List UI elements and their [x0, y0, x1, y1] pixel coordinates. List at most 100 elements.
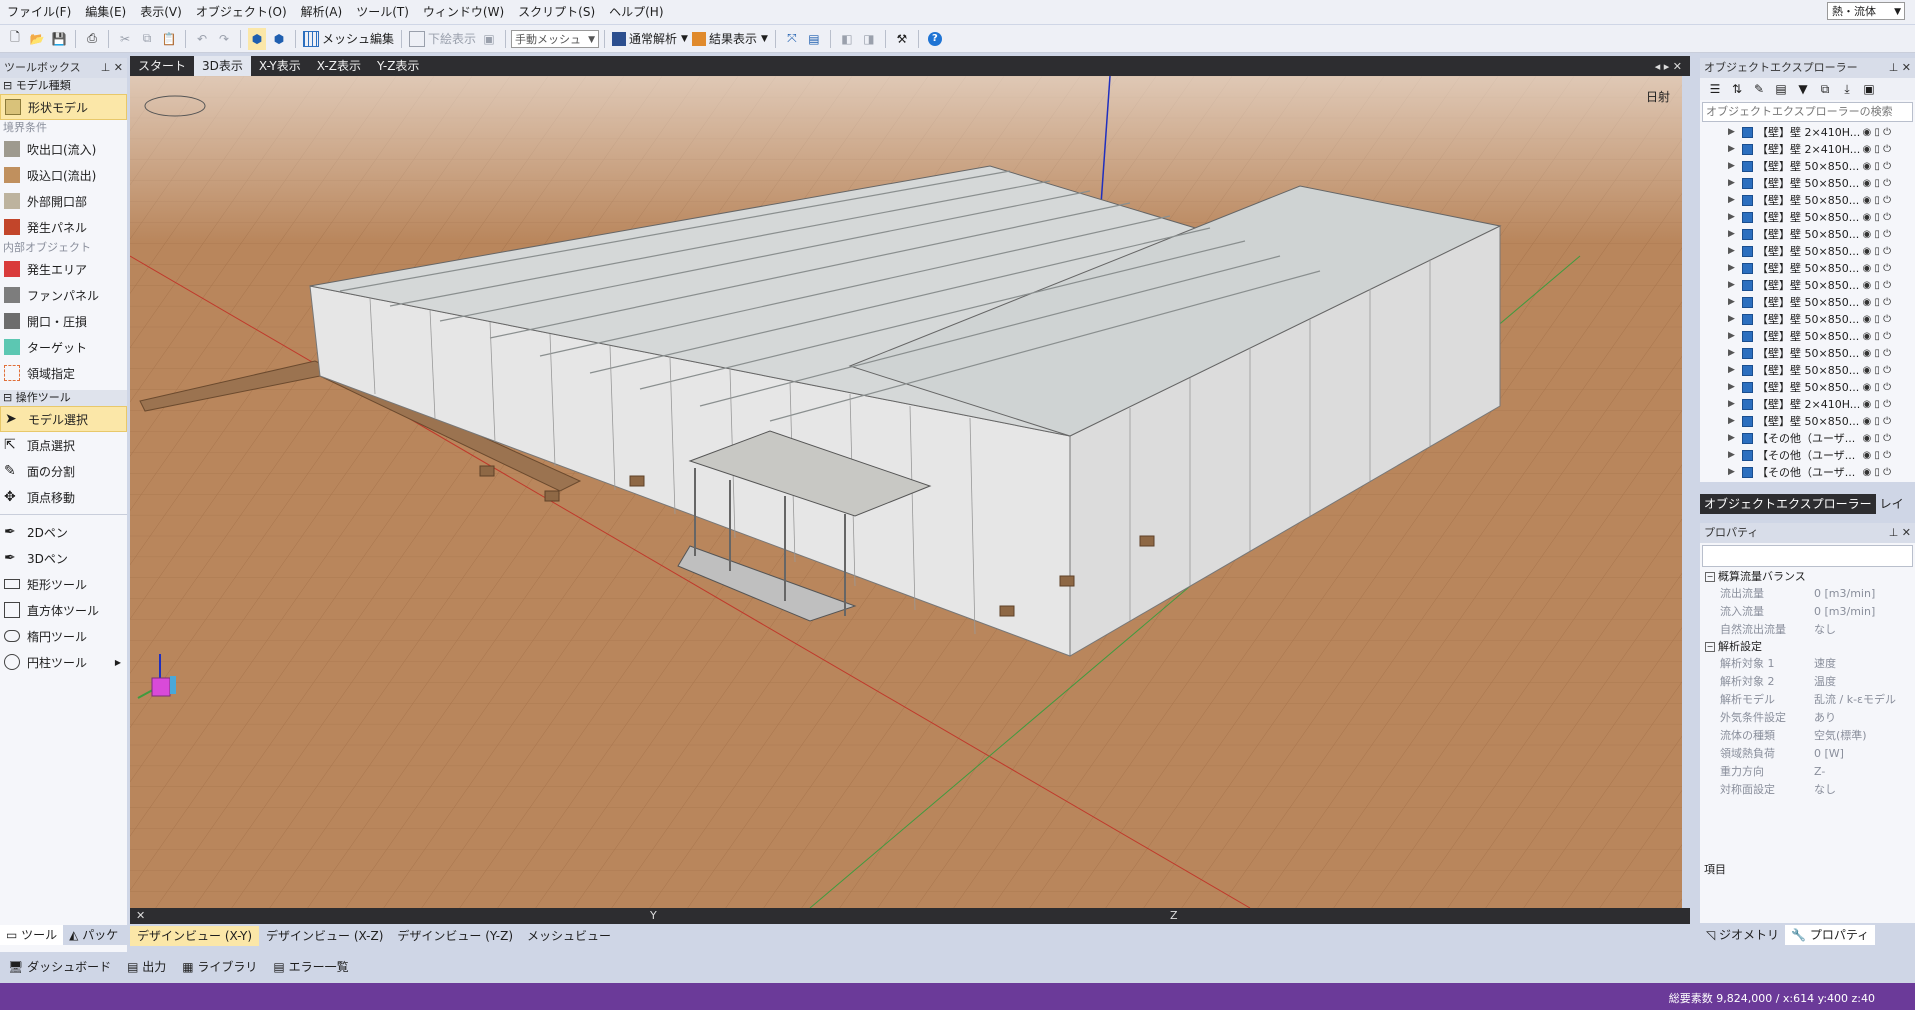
expand-icon[interactable]: ▶: [1728, 226, 1735, 243]
expand-icon[interactable]: ▶: [1728, 243, 1735, 260]
menu-help[interactable]: ヘルプ(H): [602, 0, 670, 24]
analysis-button[interactable]: 通常解析 ▼: [612, 28, 688, 50]
expand-icon[interactable]: ▶: [1728, 141, 1735, 158]
expand-icon[interactable]: ▶: [1728, 158, 1735, 175]
tree-item[interactable]: ▶ 【壁】壁 50×850... ◉ ▯ ⏻: [1700, 209, 1915, 226]
expand-icon[interactable]: ▶: [1728, 447, 1735, 464]
expand-icon[interactable]: ▶: [1728, 328, 1735, 345]
prop-group-balance[interactable]: − 概算流量バランス: [1700, 569, 1915, 585]
tab-xz-view[interactable]: X-Z表示: [309, 56, 369, 76]
close-icon[interactable]: ✕: [1902, 526, 1911, 539]
property-row[interactable]: 流体の種類 空気(標準): [1700, 727, 1915, 745]
tree-item[interactable]: ▶ 【壁】壁 50×850... ◉ ▯ ⏻: [1700, 294, 1915, 311]
menu-edit[interactable]: 編集(E): [78, 0, 133, 24]
sort-icon[interactable]: ⇅: [1728, 78, 1746, 100]
visibility-icon[interactable]: ◉ ▯ ⏻: [1863, 311, 1892, 328]
expand-icon[interactable]: ▶: [1728, 345, 1735, 362]
visibility-icon[interactable]: ◉ ▯ ⏻: [1863, 277, 1892, 294]
tool-target[interactable]: ターゲット: [0, 334, 127, 360]
explorer-search-input[interactable]: オブジェクトエクスプローラーの検索: [1702, 102, 1913, 122]
tree-item[interactable]: ▶ 【壁】壁 2×410H... ◉ ▯ ⏻: [1700, 141, 1915, 158]
pin-icon[interactable]: ⊥: [1889, 61, 1899, 74]
visibility-icon[interactable]: ◉ ▯ ⏻: [1863, 209, 1892, 226]
expand-icon[interactable]: ▶: [1728, 413, 1735, 430]
close-icon[interactable]: ✕: [1902, 61, 1911, 74]
expand-icon[interactable]: ▶: [1728, 396, 1735, 413]
tool-pressure-loss[interactable]: 開口・圧損: [0, 308, 127, 334]
property-row[interactable]: 対称面設定 なし: [1700, 781, 1915, 799]
pin-icon[interactable]: ⊥: [1889, 526, 1899, 539]
tab-3d-view[interactable]: 3D表示: [194, 56, 251, 76]
tool-region[interactable]: 領域指定: [0, 360, 127, 386]
tree-item[interactable]: ▶ 【壁】壁 50×850... ◉ ▯ ⏻: [1700, 158, 1915, 175]
visibility-icon[interactable]: ◉ ▯ ⏻: [1863, 294, 1892, 311]
tab-design-yz[interactable]: デザインビュー (Y-Z): [390, 926, 520, 946]
expand-icon[interactable]: ▶: [1728, 260, 1735, 277]
new-file-icon[interactable]: 🗋: [6, 28, 24, 50]
tool-vertex-move[interactable]: ✥ 頂点移動: [0, 484, 127, 510]
expand-icon[interactable]: ▶: [1728, 209, 1735, 226]
tool-external-opening[interactable]: 外部開口部: [0, 188, 127, 214]
tree-item[interactable]: ▶ 【壁】壁 50×850... ◉ ▯ ⏻: [1700, 260, 1915, 277]
solid-view-icon[interactable]: ⬢: [270, 28, 288, 50]
visibility-icon[interactable]: ◉ ▯ ⏻: [1863, 175, 1892, 192]
property-row[interactable]: 自然流出流量 なし: [1700, 621, 1915, 639]
tab-error-list[interactable]: ▤ エラー一覧: [265, 958, 356, 975]
visibility-icon[interactable]: ◉ ▯ ⏻: [1863, 464, 1892, 481]
visibility-icon[interactable]: ◉ ▯ ⏻: [1863, 124, 1892, 141]
tree-item[interactable]: ▶ 【壁】壁 2×410H... ◉ ▯ ⏻: [1700, 396, 1915, 413]
group-model-type[interactable]: ⊟ モデル種類: [0, 78, 127, 94]
tool-fan-panel[interactable]: ファンパネル: [0, 282, 127, 308]
tools-icon[interactable]: ⚒: [893, 28, 911, 50]
mesh-edit-button[interactable]: メッシュ編集: [303, 28, 394, 50]
property-row[interactable]: 解析対象 1 速度: [1700, 655, 1915, 673]
image-icon[interactable]: ▣: [1860, 78, 1878, 100]
tab-yz-view[interactable]: Y-Z表示: [369, 56, 427, 76]
shaded-view-icon[interactable]: ⬢: [248, 27, 266, 50]
tool-face-split[interactable]: ✎ 面の分割: [0, 458, 127, 484]
tree-item[interactable]: ▶ 【壁】壁 50×850... ◉ ▯ ⏻: [1700, 311, 1915, 328]
tree-item[interactable]: ▶ 【壁】壁 50×850... ◉ ▯ ⏻: [1700, 328, 1915, 345]
tree-item[interactable]: ▶ 【壁】壁 50×850... ◉ ▯ ⏻: [1700, 175, 1915, 192]
tree-item[interactable]: ▶ 【壁】壁 2×410H... ◉ ▯ ⏻: [1700, 124, 1915, 141]
expand-icon[interactable]: ▶: [1728, 379, 1735, 396]
tab-output[interactable]: ▤ 出力: [119, 958, 174, 975]
tab-design-xz[interactable]: デザインビュー (X-Z): [259, 926, 390, 946]
tree-item[interactable]: ▶ 【その他（ユーザ... ◉ ▯ ⏻: [1700, 430, 1915, 447]
menu-window[interactable]: ウィンドウ(W): [416, 0, 511, 24]
results-button[interactable]: 結果表示 ▼: [691, 28, 768, 50]
visibility-icon[interactable]: ◉ ▯ ⏻: [1863, 379, 1892, 396]
visibility-icon[interactable]: ◉ ▯ ⏻: [1863, 362, 1892, 379]
visibility-icon[interactable]: ◉ ▯ ⏻: [1863, 192, 1892, 209]
visibility-icon[interactable]: ◉ ▯ ⏻: [1863, 226, 1892, 243]
group-operation[interactable]: ⊟ 操作ツール: [0, 390, 127, 406]
tool-cylinder[interactable]: 円柱ツール ▶: [0, 649, 127, 675]
close-icon[interactable]: ✕: [114, 61, 123, 74]
tab-xy-view[interactable]: X-Y表示: [251, 56, 309, 76]
list-view-icon[interactable]: ☰: [1706, 78, 1724, 100]
save-icon[interactable]: 💾: [50, 28, 68, 50]
visibility-icon[interactable]: ◉ ▯ ⏻: [1863, 345, 1892, 362]
visibility-icon[interactable]: ◉ ▯ ⏻: [1863, 396, 1892, 413]
redo-icon[interactable]: ↷: [215, 28, 233, 50]
print-icon[interactable]: ⎙: [83, 28, 101, 50]
visibility-icon[interactable]: ◉ ▯ ⏻: [1863, 447, 1892, 464]
object-selector[interactable]: [1702, 545, 1913, 567]
layer-back-icon[interactable]: ◧: [838, 28, 856, 50]
visibility-icon[interactable]: ◉ ▯ ⏻: [1863, 430, 1892, 447]
expand-icon[interactable]: ▶: [1728, 430, 1735, 447]
tab-start[interactable]: スタート: [130, 56, 194, 76]
undo-icon[interactable]: ↶: [193, 28, 211, 50]
pin-icon[interactable]: ⊥: [101, 61, 111, 74]
mode-select[interactable]: 熱・流体 ▼: [1827, 2, 1905, 20]
expand-icon[interactable]: ▶: [1728, 277, 1735, 294]
mesh-mode-combo[interactable]: 手動メッシュ ▼: [511, 29, 600, 48]
visibility-icon[interactable]: ◉ ▯ ⏻: [1863, 328, 1892, 345]
tab-layers[interactable]: レイ: [1876, 494, 1908, 514]
property-row[interactable]: 重力方向 Z-: [1700, 763, 1915, 781]
layer-front-icon[interactable]: ◨: [860, 28, 878, 50]
expand-icon[interactable]: ▶: [1728, 464, 1735, 481]
menu-script[interactable]: スクリプト(S): [511, 0, 602, 24]
tool-shape-model[interactable]: 形状モデル: [0, 94, 127, 120]
tab-mesh-view[interactable]: メッシュビュー: [520, 926, 618, 946]
